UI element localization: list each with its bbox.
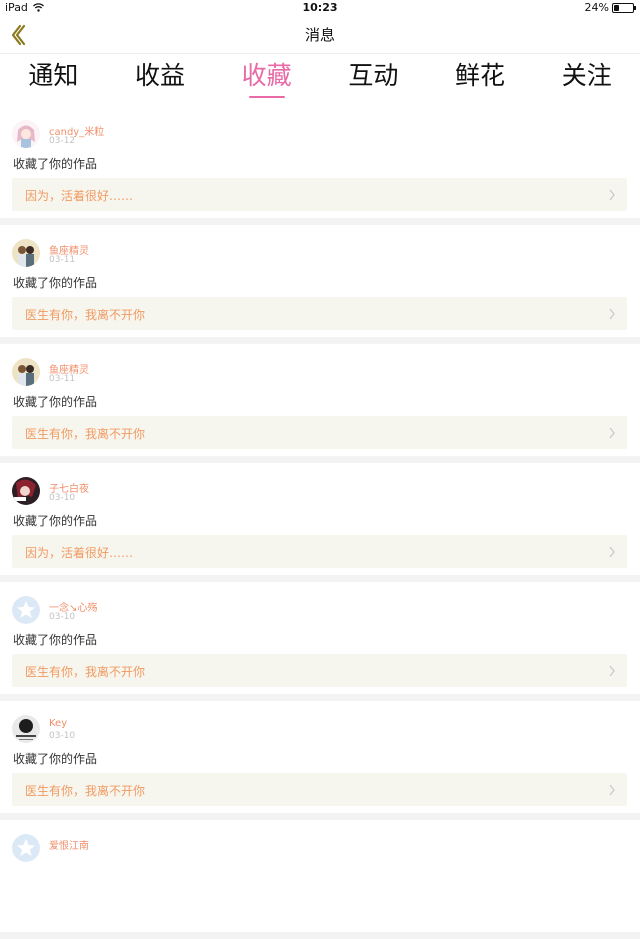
message-text: 收藏了你的作品: [13, 514, 98, 528]
couple-avatar-icon: [12, 358, 40, 386]
username[interactable]: Key: [49, 718, 67, 729]
tab-favorites[interactable]: 收藏: [213, 54, 320, 106]
avatar[interactable]: [12, 596, 40, 624]
list-item[interactable]: candy_米粒 03-12 收藏了你的作品 因为，活着很好……: [0, 106, 640, 218]
username[interactable]: 爱恨江南: [49, 837, 89, 852]
couple-avatar-icon: [12, 239, 40, 267]
tab-flowers[interactable]: 鲜花: [427, 54, 534, 106]
chevron-right-icon: [609, 308, 615, 320]
timestamp: 03-12: [49, 136, 76, 146]
default-star-avatar-icon: [12, 834, 40, 862]
timestamp: 03-10: [49, 493, 76, 503]
list-item[interactable]: 一念↘心殇 03-10 收藏了你的作品 医生有你，我离不开你: [0, 582, 640, 694]
avatar[interactable]: [12, 239, 40, 267]
avatar[interactable]: [12, 358, 40, 386]
chevron-right-icon: [609, 546, 615, 558]
list-item[interactable]: 爱恨江南: [0, 820, 640, 932]
avatar[interactable]: [12, 477, 40, 505]
avatar[interactable]: [12, 120, 40, 148]
list-item[interactable]: Key 03-10 收藏了你的作品 医生有你，我离不开你: [0, 701, 640, 813]
avatar[interactable]: [12, 834, 40, 862]
status-time: 10:23: [302, 1, 338, 14]
default-star-avatar-icon: [12, 596, 40, 624]
list-item[interactable]: 鱼座精灵 03-11 收藏了你的作品 医生有你，我离不开你: [0, 344, 640, 456]
tab-follows[interactable]: 关注: [533, 54, 640, 106]
status-bar: iPad 10:23 24%: [0, 0, 640, 16]
work-title: 医生有你，我离不开你: [25, 308, 146, 322]
work-link[interactable]: 医生有你，我离不开你: [12, 773, 627, 806]
timestamp: 03-10: [49, 731, 76, 741]
work-link[interactable]: 医生有你，我离不开你: [12, 416, 627, 449]
list-item[interactable]: 子七白夜 03-10 收藏了你的作品 因为，活着很好……: [0, 463, 640, 575]
avatar[interactable]: [12, 715, 40, 743]
status-right: 24%: [584, 1, 636, 14]
message-text: 收藏了你的作品: [13, 633, 98, 647]
message-text: 收藏了你的作品: [13, 752, 98, 766]
battery-percent: 24%: [584, 1, 609, 14]
page-title: 消息: [304, 26, 335, 44]
work-link[interactable]: 医生有你，我离不开你: [12, 297, 627, 330]
message-text: 收藏了你的作品: [13, 395, 98, 409]
tab-interactions[interactable]: 互动: [320, 54, 427, 106]
work-link[interactable]: 因为，活着很好……: [12, 535, 627, 568]
dark-anime-avatar-icon: [12, 477, 40, 505]
timestamp: 03-11: [49, 374, 76, 384]
work-title: 因为，活着很好……: [25, 546, 134, 560]
timestamp: 03-10: [49, 612, 76, 622]
tab-bar: 通知 收益 收藏 互动 鲜花 关注: [0, 54, 640, 107]
chevron-right-icon: [609, 665, 615, 677]
chevron-right-icon: [609, 427, 615, 439]
tab-earnings[interactable]: 收益: [107, 54, 214, 106]
work-title: 医生有你，我离不开你: [25, 665, 146, 679]
bw-photo-avatar-icon: [12, 715, 40, 743]
work-link[interactable]: 因为，活着很好……: [12, 178, 627, 211]
favorites-list: candy_米粒 03-12 收藏了你的作品 因为，活着很好…… 鱼座精灵 03…: [0, 106, 640, 939]
work-link[interactable]: 医生有你，我离不开你: [12, 654, 627, 687]
anime-girl-avatar-icon: [12, 120, 40, 148]
chevron-right-icon: [609, 189, 615, 201]
work-title: 因为，活着很好……: [25, 189, 134, 203]
work-title: 医生有你，我离不开你: [25, 427, 146, 441]
tab-notifications[interactable]: 通知: [0, 54, 107, 106]
message-text: 收藏了你的作品: [13, 276, 98, 290]
list-item[interactable]: 鱼座精灵 03-11 收藏了你的作品 医生有你，我离不开你: [0, 225, 640, 337]
chevron-right-icon: [609, 784, 615, 796]
nav-bar: 消息: [0, 16, 640, 54]
work-title: 医生有你，我离不开你: [25, 784, 146, 798]
battery-icon: [612, 2, 636, 13]
timestamp: 03-11: [49, 255, 76, 265]
message-text: 收藏了你的作品: [13, 157, 98, 171]
